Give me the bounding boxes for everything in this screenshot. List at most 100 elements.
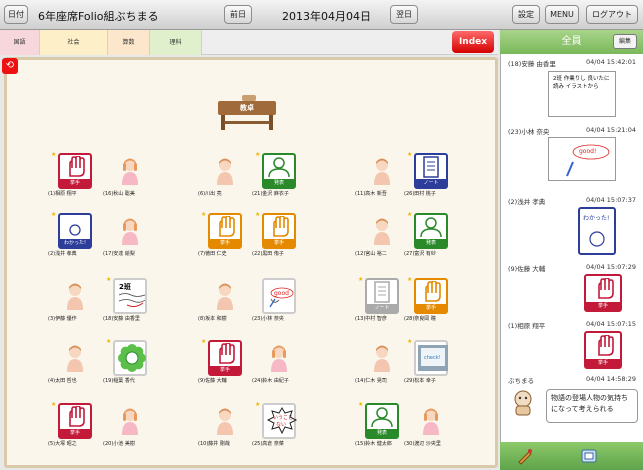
student-seat[interactable]: ★ 発表 (21)金沢 麻衣子 [252, 151, 304, 203]
student-seat[interactable]: (20)小池 美樹 [103, 403, 155, 453]
feed-student-name: (2)浅井 孝典 [508, 198, 546, 206]
feed-drawing-text: 2班 作業りし 良いたに読み イラストから [553, 76, 610, 90]
rotate-icon[interactable]: ⟲ [2, 58, 18, 74]
feed-drawing-image[interactable]: 2班 作業りし 良いたに読み イラストから [548, 71, 616, 117]
student-seat[interactable]: good (23)小林 奈央 [252, 278, 304, 328]
feed-item[interactable]: (2)浅井 孝典 04/04 15:07:37 わかった! [508, 196, 636, 256]
student-name: (28)奈良岡 瞳 [404, 316, 436, 322]
student-name: (16)秋山 聡美 [103, 191, 135, 197]
feed-timestamp: 04/04 15:42:01 [586, 58, 636, 66]
edit-button[interactable]: 編集 [613, 34, 637, 49]
student-card[interactable] [113, 340, 147, 376]
prev-day-button[interactable]: 前日 [224, 5, 252, 24]
student-seat[interactable]: ★ 挙手 (5)大塚 昭之 [48, 401, 100, 453]
student-seat[interactable]: (24)鈴木 由紀子 [252, 340, 304, 390]
student-card[interactable]: check! [414, 340, 448, 376]
feed-timestamp: 04/04 15:07:29 [586, 263, 636, 271]
student-name: (13)中村 智彦 [355, 316, 387, 322]
student-card[interactable]: 発表 [414, 213, 448, 249]
student-seat[interactable]: (30)渡辺 沙央里 [404, 403, 456, 453]
student-card[interactable]: 発表 [262, 153, 296, 189]
star-icon: ★ [358, 276, 364, 283]
boy-avatar-icon [373, 157, 391, 185]
student-seat[interactable]: ★ いうこと ない (25)高倉 奈菜 [252, 401, 304, 453]
student-seat[interactable]: (10)藤井 剛哉 [198, 403, 250, 453]
student-seat[interactable]: ★ わかった! (2)浅井 孝典 [48, 211, 100, 263]
student-card[interactable]: 挙手 [58, 403, 92, 439]
student-seat[interactable]: (17)安達 絵梨 [103, 213, 155, 263]
student-card[interactable]: わかった! [58, 213, 92, 249]
student-card[interactable]: ノート [365, 278, 399, 314]
star-icon: ★ [51, 401, 57, 408]
tab-shakai[interactable]: 社会 [40, 30, 108, 55]
star-icon: ★ [201, 338, 207, 345]
index-button[interactable]: Index [452, 31, 494, 53]
student-seat[interactable]: ★ check! (29)松本 幸子 [404, 338, 456, 390]
student-seat[interactable]: ★ ノート (13)中村 智彦 [355, 276, 407, 328]
student-seat[interactable]: (3)伊藤 優作 [48, 278, 100, 328]
student-seat[interactable]: ★ 挙手 (28)奈良岡 瞳 [404, 276, 456, 328]
feed-item[interactable]: (9)佐藤 大輔 04/04 15:07:29 挙手 [508, 263, 636, 323]
tab-kokugo[interactable]: 国語 [0, 30, 40, 55]
student-card[interactable]: 挙手 [58, 153, 92, 189]
student-card[interactable]: 挙手 [414, 278, 448, 314]
next-day-button[interactable]: 翌日 [390, 5, 418, 24]
tab-sansu[interactable]: 算数 [108, 30, 150, 55]
feed-good-image[interactable]: good! [548, 137, 616, 181]
feed-item[interactable]: (23)小林 奈央 04/04 15:21:04 good! [508, 126, 636, 186]
student-name: (4)太田 哲也 [48, 378, 77, 384]
boy-avatar-icon [373, 344, 391, 372]
student-seat[interactable]: (11)高木 新吾 [355, 153, 407, 203]
student-name: (19)稲葉 香代 [103, 378, 135, 384]
student-seat[interactable]: ★ 発表 (15)鈴木 健太郎 [355, 401, 407, 453]
feed-wakatta-card[interactable]: わかった! [578, 207, 616, 255]
student-seat[interactable]: ★ (19)稲葉 香代 [103, 338, 155, 390]
student-card[interactable]: ノート [414, 153, 448, 189]
feed-message-bubble[interactable]: 物語の登場人物の気持ちになって考えられる [546, 389, 638, 423]
tab-rika[interactable]: 理科 [150, 30, 202, 55]
student-card[interactable]: 2班 [113, 278, 147, 314]
subject-tabs: 国語 社会 算数 理科 [0, 30, 498, 55]
pen-tool-icon[interactable] [516, 447, 534, 465]
student-seat[interactable]: (16)秋山 聡美 [103, 153, 155, 203]
student-seat[interactable]: (6)川出 亮 [198, 153, 250, 203]
star-icon: ★ [255, 401, 261, 408]
student-name: (12)宮山 裕二 [355, 251, 387, 257]
feed-student-name: (18)安藤 由香里 [508, 60, 556, 68]
feed-item[interactable]: (1)相原 翔平 04/04 15:07:15 挙手 [508, 320, 636, 380]
student-seat[interactable]: (8)坂本 和樹 [198, 278, 250, 328]
student-card[interactable]: いうこと ない [262, 403, 298, 439]
girl-avatar-icon [121, 407, 139, 435]
logout-button[interactable]: ログアウト [586, 5, 638, 24]
screen-capture-icon[interactable] [580, 447, 598, 465]
student-name: (3)伊藤 優作 [48, 316, 77, 322]
date-button[interactable]: 日付 [4, 5, 28, 24]
current-date: 2013年04月04日 [282, 10, 371, 23]
student-seat[interactable]: (12)宮山 裕二 [355, 213, 407, 263]
girl-avatar-icon [121, 217, 139, 245]
feed-hand-card[interactable]: 挙手 [584, 274, 622, 312]
settings-button[interactable]: 設定 [512, 5, 540, 24]
student-seat[interactable]: ★ 挙手 (22)黒田 侑子 [252, 211, 304, 263]
student-card[interactable]: 挙手 [208, 213, 242, 249]
feed-item[interactable]: ぶちまる 04/04 14:58:29 物語の登場人物の気持ちになって考えられる [508, 375, 638, 435]
student-seat[interactable]: ★ 挙手 (1)相原 翔平 [48, 151, 100, 203]
student-card[interactable]: 発表 [365, 403, 399, 439]
student-seat[interactable]: (4)太田 哲也 [48, 340, 100, 390]
student-seat[interactable]: ★ 挙手 (7)徳田 仁史 [198, 211, 250, 263]
student-card[interactable]: 挙手 [262, 213, 296, 249]
boy-avatar-icon [66, 282, 84, 310]
student-seat[interactable]: ★ ノート (26)田村 桃子 [404, 151, 456, 203]
student-seat[interactable]: ★ 発表 (27)富沢 有紗 [404, 211, 456, 263]
star-icon: ★ [358, 401, 364, 408]
feed-item[interactable]: (18)安藤 由香里 04/04 15:42:01 2班 作業りし 良いたに読み… [508, 58, 636, 118]
student-seat[interactable]: (14)仁木 晃司 [355, 340, 407, 390]
student-seat[interactable]: ★ 挙手 (9)佐藤 大輔 [198, 338, 250, 390]
feed-hand-card[interactable]: 挙手 [584, 331, 622, 369]
menu-button[interactable]: MENU [545, 5, 579, 24]
student-seat[interactable]: ★ 2班 (18)安藤 由香里 [103, 276, 155, 328]
student-card[interactable]: 挙手 [208, 340, 242, 376]
boy-avatar-icon [373, 217, 391, 245]
student-card[interactable]: good [262, 278, 296, 314]
feed-timestamp: 04/04 14:58:29 [586, 375, 636, 383]
